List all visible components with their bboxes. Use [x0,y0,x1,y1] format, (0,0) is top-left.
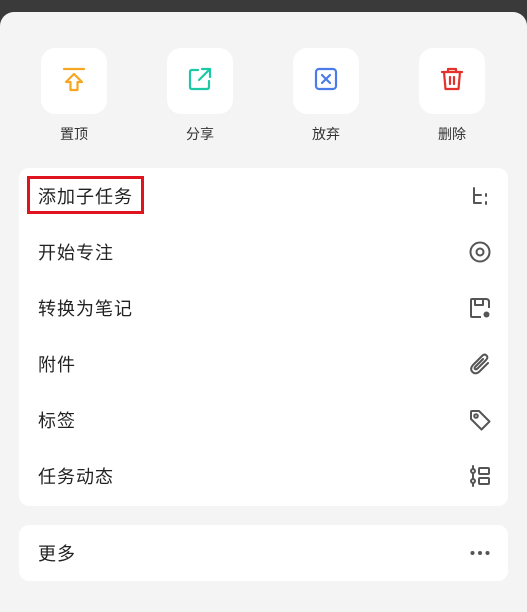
pin-top-tile[interactable] [41,48,107,114]
quick-actions-bar: 置顶 分享 放弃 删除 [0,48,527,158]
paperclip-icon [467,351,493,377]
menu-item-label: 附件 [38,355,76,376]
pin-top-button[interactable]: 置顶 [34,48,114,144]
share-tile[interactable] [167,48,233,114]
menu-item-label: 转换为笔记 [38,299,133,320]
menu-item-tags[interactable]: 标签 [19,392,508,448]
menu-item-start-focus[interactable]: 开始专注 [19,224,508,280]
menu-item-task-activity[interactable]: 任务动态 [19,448,508,504]
activity-icon [467,463,493,489]
task-options-menu: 添加子任务 开始专注 转换为笔记 附件 标签 任务动态 [19,168,508,506]
menu-item-convert-note[interactable]: 转换为笔记 [19,280,508,336]
menu-item-label: 标签 [38,411,76,432]
delete-label: 删除 [438,127,466,143]
abandon-label: 放弃 [312,127,340,143]
more-dots-icon [467,540,493,566]
pin-top-icon [60,65,88,97]
menu-item-add-subtask[interactable]: 添加子任务 [19,168,508,224]
convert-note-icon [467,295,493,321]
menu-item-label: 任务动态 [38,467,114,488]
trash-icon [438,65,466,97]
abandon-x-icon [312,65,340,97]
menu-item-attachment[interactable]: 附件 [19,336,508,392]
menu-item-more[interactable]: 更多 [19,525,508,581]
abandon-button[interactable]: 放弃 [286,48,366,144]
highlight-box [27,176,144,214]
bottom-sheet: 置顶 分享 放弃 删除 添加子任务 开始专注 转换为笔记 附件 标签 任务动态 … [0,12,527,612]
tag-icon [467,407,493,433]
pin-top-label: 置顶 [60,127,88,143]
focus-target-icon [467,239,493,265]
share-icon [186,65,214,97]
delete-tile[interactable] [419,48,485,114]
delete-button[interactable]: 删除 [412,48,492,144]
more-label: 更多 [38,544,76,565]
abandon-tile[interactable] [293,48,359,114]
share-label: 分享 [186,127,214,143]
more-card: 更多 [19,525,508,581]
subtask-icon [467,183,493,209]
share-button[interactable]: 分享 [160,48,240,144]
menu-item-label: 开始专注 [38,243,114,264]
